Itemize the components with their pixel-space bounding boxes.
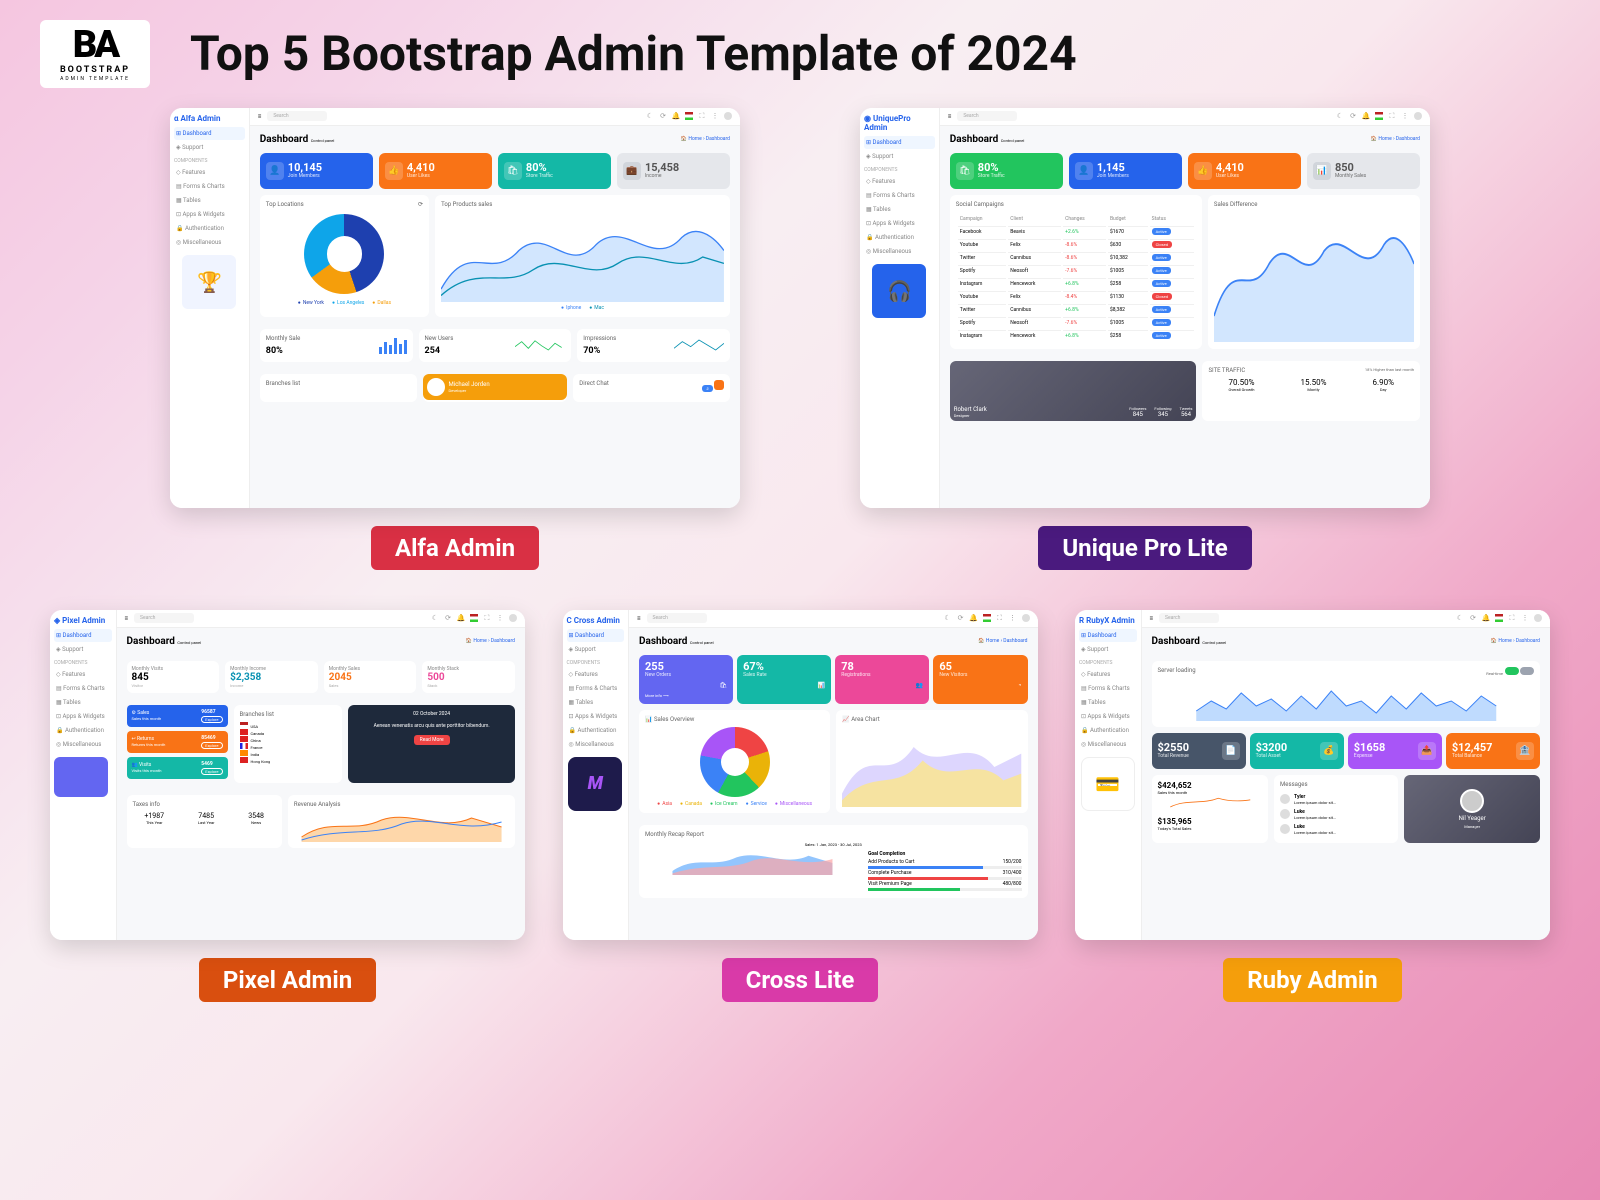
ruby-badge: Ruby Admin bbox=[1223, 958, 1401, 1002]
cross-screenshot: C Cross Admin ⊞ Dashboard ◈ Support Comp… bbox=[563, 610, 1038, 940]
cross-badge: Cross Lite bbox=[722, 958, 879, 1002]
unique-screenshot: ◉ UniquePro Admin ⊞ Dashboard ◈ Support … bbox=[860, 108, 1430, 508]
alfa-badge: Alfa Admin bbox=[371, 526, 539, 570]
ruby-screenshot: R RubyX Admin ⊞ Dashboard ◈ Support Comp… bbox=[1075, 610, 1550, 940]
site-logo: BA BOOTSTRAP ADMIN TEMPLATE bbox=[40, 20, 150, 88]
page-title: Top 5 Bootstrap Admin Template of 2024 bbox=[190, 25, 1077, 82]
unique-badge: Unique Pro Lite bbox=[1038, 526, 1251, 570]
pixel-badge: Pixel Admin bbox=[199, 958, 376, 1002]
pixel-screenshot: ◈ Pixel Admin ⊞ Dashboard ◈ Support Comp… bbox=[50, 610, 525, 940]
alfa-screenshot: α Alfa Admin ⊞ Dashboard ◈ Support Compo… bbox=[170, 108, 740, 508]
